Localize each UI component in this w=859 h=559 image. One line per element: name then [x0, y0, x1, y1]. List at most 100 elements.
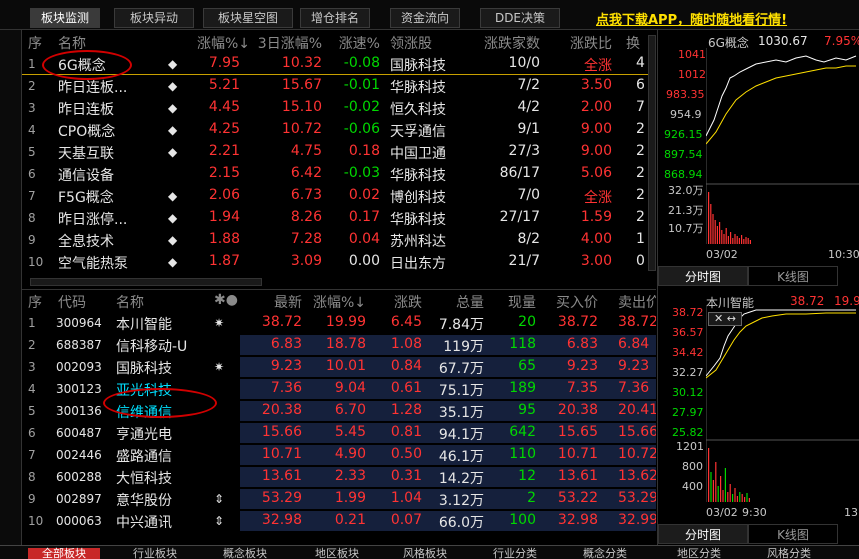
bottom-tab-concept-class[interactable]: 概念分类 [570, 548, 640, 559]
tab-sector-anomaly[interactable]: 板块异动 [114, 8, 194, 28]
col-ratio[interactable]: 涨跌比 [558, 33, 612, 53]
tab-sector-monitor[interactable]: 板块监测 [30, 8, 100, 28]
stock-name[interactable]: 中兴通讯 [116, 512, 172, 532]
sector-name[interactable]: 天基互联 [58, 143, 114, 163]
sector-leader[interactable]: 华脉科技 [390, 209, 446, 229]
stock-name[interactable]: 本川智能 [116, 314, 172, 334]
chart-tab-kline-top[interactable]: K线图 [748, 266, 838, 286]
sector-leader[interactable]: 日出东方 [390, 253, 446, 273]
tab-position-ranking[interactable]: 增仓排名 [300, 8, 370, 28]
sector-row[interactable]: 9 全息技术 ◆ 1.88 7.28 0.04 苏州科达 8/2 4.00 1 [22, 229, 656, 251]
stock-row[interactable]: 6 600487 亨通光电 15.66 5.45 0.81 94.1万 642 15.65 15.… [22, 422, 656, 444]
sector-row[interactable]: 8 昨日涨停... ◆ 1.94 8.26 0.17 华脉科技 27/17 1.59 2 [22, 207, 656, 229]
col-flags[interactable]: ✱● [214, 292, 238, 308]
stock-row[interactable]: 3 002093 国脉科技 ✷ 9.23 10.01 0.84 67.7万 65 9.23 9.23 [22, 356, 656, 378]
sector-row[interactable]: 6 通信设备 2.15 6.42 -0.03 华脉科技 86/17 5.06 2 [22, 163, 656, 185]
sector-name[interactable]: 空气能热泵 [58, 253, 128, 273]
bottom-tab-region-class[interactable]: 地区分类 [664, 548, 734, 559]
sector-row[interactable]: 2 昨日连板... ◆ 5.21 15.67 -0.01 华脉科技 7/2 3.50 6 [22, 75, 656, 97]
sector-leader[interactable]: 中国卫通 [390, 143, 446, 163]
stock-code[interactable]: 300136 [56, 404, 102, 418]
stock-code[interactable]: 300123 [56, 382, 102, 396]
bottom-tab-style[interactable]: 风格板块 [390, 548, 460, 559]
stock-code[interactable]: 002093 [56, 360, 102, 374]
stock-code[interactable]: 688387 [56, 338, 102, 352]
col-cur-volume[interactable]: 现量 [486, 292, 536, 312]
sector-name[interactable]: 昨日涨停... [58, 209, 127, 229]
sector-row[interactable]: 3 昨日连板 ◆ 4.45 15.10 -0.02 恒久科技 4/2 2.00 7 [22, 97, 656, 119]
bottom-tab-industry-class[interactable]: 行业分类 [480, 548, 550, 559]
col-name[interactable]: 名称 [116, 292, 144, 312]
stock-row[interactable]: 10 000063 中兴通讯 ⇕ 32.98 0.21 0.07 66.0万 100 32.98 3… [22, 510, 656, 532]
col-change[interactable]: 涨幅%↓ [190, 33, 250, 53]
stock-last: 10.71 [261, 446, 302, 462]
bottom-tab-concept[interactable]: 概念板块 [210, 548, 280, 559]
sector-leader[interactable]: 华脉科技 [390, 77, 446, 97]
stock-name[interactable]: 国脉科技 [116, 358, 172, 378]
stock-code[interactable]: 600288 [56, 470, 102, 484]
stock-volume: 67.7万 [438, 361, 484, 377]
col-code[interactable]: 代码 [58, 292, 86, 312]
bottom-tab-industry[interactable]: 行业板块 [120, 548, 190, 559]
sector-row[interactable]: 10 空气能热泵 ◆ 1.87 3.09 0.00 日出东方 21/7 3.00 0 [22, 251, 656, 273]
stock-code[interactable]: 000063 [56, 514, 102, 528]
tab-dde-decision[interactable]: DDE决策 [480, 8, 560, 28]
stock-row[interactable]: 7 002446 盛路通信 10.71 4.90 0.50 46.1万 110 10.71 10.… [22, 444, 656, 466]
bottom-tab-all[interactable]: 全部板块 [28, 548, 100, 559]
col-updown-count[interactable]: 涨跌家数 [474, 33, 540, 53]
chart-controls[interactable]: ✕ ↔ [708, 312, 742, 326]
stock-name[interactable]: 大恒科技 [116, 468, 172, 488]
sector-vscrollbar[interactable] [648, 35, 656, 271]
stock-name[interactable]: 亨通光电 [116, 424, 172, 444]
download-app-link[interactable]: 点我下载APP，随时随地看行情! [596, 9, 787, 28]
sector-leader[interactable]: 恒久科技 [390, 99, 446, 119]
chart-tab-kline-bottom[interactable]: K线图 [748, 524, 838, 544]
sector-name[interactable]: 通信设备 [58, 165, 114, 185]
chart-tab-intraday-bottom[interactable]: 分时图 [658, 524, 748, 544]
sector-hscrollbar[interactable] [30, 278, 262, 286]
col-idx[interactable]: 序 [28, 292, 42, 312]
col-turnover[interactable]: 换 [626, 33, 640, 53]
stock-code[interactable]: 002897 [56, 492, 102, 506]
expand-arrows-icon[interactable]: ↔ [727, 312, 736, 325]
col-change[interactable]: 涨幅%↓ [306, 292, 366, 312]
col-3day-change[interactable]: 3日涨幅% [256, 33, 322, 53]
chart-tab-intraday-top[interactable]: 分时图 [658, 266, 748, 286]
sector-leader[interactable]: 苏州科达 [390, 231, 446, 251]
sector-leader[interactable]: 华脉科技 [390, 165, 446, 185]
stock-name[interactable]: 意华股份 [116, 490, 172, 510]
col-last[interactable]: 最新 [244, 292, 302, 312]
col-volume[interactable]: 总量 [426, 292, 484, 312]
stock-row[interactable]: 2 688387 信科移动-U 6.83 18.78 1.08 119万 118 6.83 6.8… [22, 334, 656, 356]
sector-leader[interactable]: 博创科技 [390, 187, 446, 207]
sector-leader[interactable]: 国脉科技 [390, 55, 446, 75]
col-idx[interactable]: 序 [28, 33, 42, 53]
tab-sector-starmap[interactable]: 板块星空图 [203, 8, 293, 28]
col-ask[interactable]: 卖出价 [618, 292, 656, 312]
sector-name[interactable]: 昨日连板 [58, 99, 114, 119]
sector-row[interactable]: 5 天基互联 ◆ 2.21 4.75 0.18 中国卫通 27/3 9.00 2 [22, 141, 656, 163]
close-icon[interactable]: ✕ [714, 312, 723, 325]
stock-code[interactable]: 600487 [56, 426, 102, 440]
stock-row[interactable]: 9 002897 意华股份 ⇕ 53.29 1.99 1.04 3.12万 2 53.22 53.2… [22, 488, 656, 510]
col-bid[interactable]: 买入价 [542, 292, 598, 312]
col-leader[interactable]: 领涨股 [390, 33, 432, 53]
stock-name[interactable]: 信科移动-U [116, 336, 187, 356]
sector-name[interactable]: 全息技术 [58, 231, 114, 251]
sector-name[interactable]: F5G概念 [58, 187, 114, 207]
col-diff[interactable]: 涨跌 [372, 292, 422, 312]
stock-row[interactable]: 1 300964 本川智能 ✷ 38.72 19.99 6.45 7.84万 20 38.72 38… [22, 312, 656, 334]
stock-name[interactable]: 盛路通信 [116, 446, 172, 466]
stock-row[interactable]: 8 600288 大恒科技 13.61 2.33 0.31 14.2万 12 13.61 13.6… [22, 466, 656, 488]
stock-code[interactable]: 002446 [56, 448, 102, 462]
sector-row[interactable]: 7 F5G概念 ◆ 2.06 6.73 0.02 博创科技 7/0 全涨 2 [22, 185, 656, 207]
bottom-tab-region[interactable]: 地区板块 [302, 548, 372, 559]
bottom-tab-style-class[interactable]: 风格分类 [754, 548, 824, 559]
sector-leader[interactable]: 天孚通信 [390, 121, 446, 141]
tab-capital-flow[interactable]: 资金流向 [390, 8, 460, 28]
sector-name[interactable]: CPO概念 [58, 121, 115, 141]
sector-name[interactable]: 昨日连板... [58, 77, 127, 97]
stock-code[interactable]: 300964 [56, 316, 102, 330]
sector-row[interactable]: 4 CPO概念 ◆ 4.25 10.72 -0.06 天孚通信 9/1 9.00 2 [22, 119, 656, 141]
col-speed[interactable]: 涨速% [330, 33, 380, 53]
